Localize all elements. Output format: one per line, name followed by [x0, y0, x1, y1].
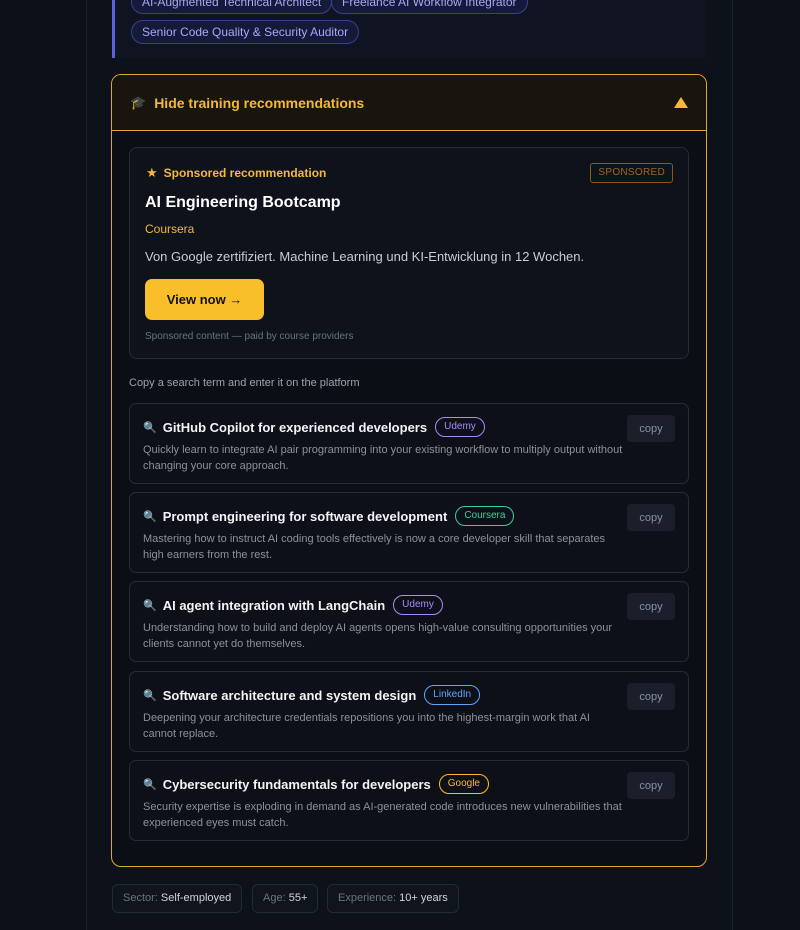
- sponsored-provider: Coursera: [145, 222, 195, 236]
- course-head: 🔍 Software architecture and system design…: [143, 685, 481, 705]
- course-card: 🔍 AI agent integration with LangChain Udem…: [129, 581, 689, 662]
- meta-chip-age: Age: 55+: [252, 884, 319, 913]
- sponsored-title: AI Engineering Bootcamp: [145, 194, 341, 211]
- platform-badge: Udemy: [393, 595, 443, 615]
- course-head: 🔍 Prompt engineering for software develop…: [143, 506, 515, 526]
- role-tag: Senior Code Quality & Security Auditor: [131, 20, 360, 44]
- meta-key: Age:: [263, 892, 286, 904]
- graduation-cap-icon: 🎓: [130, 94, 147, 110]
- role-tags-card: AI-Augmented Technical Architect Freelan…: [112, 0, 706, 58]
- course-description: Quickly learn to integrate AI pair progr…: [143, 444, 623, 472]
- meta-value: Self-employed: [160, 892, 232, 904]
- meta-key: Sector:: [123, 892, 158, 904]
- sponsored-card: ★ Sponsored recommendation SPONSORED AI …: [129, 147, 689, 359]
- meta-chip-sector: Sector: Self-employed: [112, 884, 243, 913]
- course-card: 🔍 GitHub Copilot for experienced develope…: [129, 403, 689, 484]
- copy-button[interactable]: copy: [627, 593, 675, 620]
- training-toggle-label: Hide training recommendations: [154, 94, 365, 111]
- sponsored-badge: SPONSORED: [590, 163, 673, 183]
- view-now-button[interactable]: View now →: [145, 279, 264, 320]
- magnifier-icon: 🔍: [143, 689, 157, 702]
- magnifier-icon: 🔍: [143, 778, 157, 791]
- copy-button[interactable]: copy: [627, 415, 675, 442]
- meta-key: Experience:: [338, 892, 397, 904]
- course-head: 🔍 GitHub Copilot for experienced develope…: [143, 417, 485, 437]
- training-toggle[interactable]: 🎓 Hide training recommendations: [112, 75, 706, 131]
- course-title: AI agent integration with LangChain: [162, 597, 386, 613]
- platform-badge: LinkedIn: [424, 685, 481, 705]
- training-panel: 🎓 Hide training recommendations ★ Sponso…: [111, 74, 707, 867]
- meta-value: 10+ years: [399, 892, 448, 904]
- course-title: Cybersecurity fundamentals for developer…: [162, 776, 431, 792]
- collapse-caret-icon: [674, 97, 688, 108]
- meta-value: 55+: [288, 892, 308, 904]
- sponsored-label: ★ Sponsored recommendation: [146, 165, 326, 181]
- course-title: Prompt engineering for software developm…: [162, 508, 448, 524]
- course-card: 🔍 Prompt engineering for software develop…: [129, 492, 689, 573]
- sponsored-label-text: Sponsored recommendation: [163, 166, 327, 180]
- role-tag: Freelance AI Workflow Integrator: [331, 0, 528, 14]
- magnifier-icon: 🔍: [143, 510, 157, 523]
- copy-button[interactable]: copy: [627, 504, 675, 531]
- course-card: 🔍 Cybersecurity fundamentals for develope…: [129, 760, 689, 841]
- course-description: Deepening your architecture credentials …: [143, 712, 590, 740]
- course-head: 🔍 Cybersecurity fundamentals for develope…: [143, 774, 489, 794]
- copy-button[interactable]: copy: [627, 772, 675, 799]
- platform-badge: Google: [438, 774, 489, 794]
- role-tag: AI-Augmented Technical Architect: [131, 0, 333, 14]
- course-description: Understanding how to build and deploy AI…: [143, 622, 613, 650]
- platform-badge: Udemy: [435, 417, 485, 437]
- magnifier-icon: 🔍: [143, 599, 157, 612]
- course-head: 🔍 AI agent integration with LangChain Udem…: [143, 595, 443, 615]
- sponsored-footnote: Sponsored content — paid by course provi…: [145, 331, 354, 342]
- magnifier-icon: 🔍: [143, 421, 157, 434]
- star-icon: ★: [146, 165, 158, 180]
- course-title: GitHub Copilot for experienced developer…: [162, 419, 428, 435]
- meta-chip-experience: Experience: 10+ years: [327, 884, 459, 913]
- copy-button[interactable]: copy: [627, 683, 675, 710]
- platform-badge: Coursera: [455, 506, 515, 526]
- course-description: Security expertise is exploding in deman…: [143, 801, 622, 829]
- sponsored-description: Von Google zertifiziert. Machine Learnin…: [145, 249, 585, 264]
- course-card: 🔍 Software architecture and system design…: [129, 671, 689, 752]
- course-description: Mastering how to instruct AI coding tool…: [143, 533, 606, 561]
- course-title: Software architecture and system design: [162, 687, 417, 703]
- copy-hint: Copy a search term and enter it on the p…: [129, 377, 360, 389]
